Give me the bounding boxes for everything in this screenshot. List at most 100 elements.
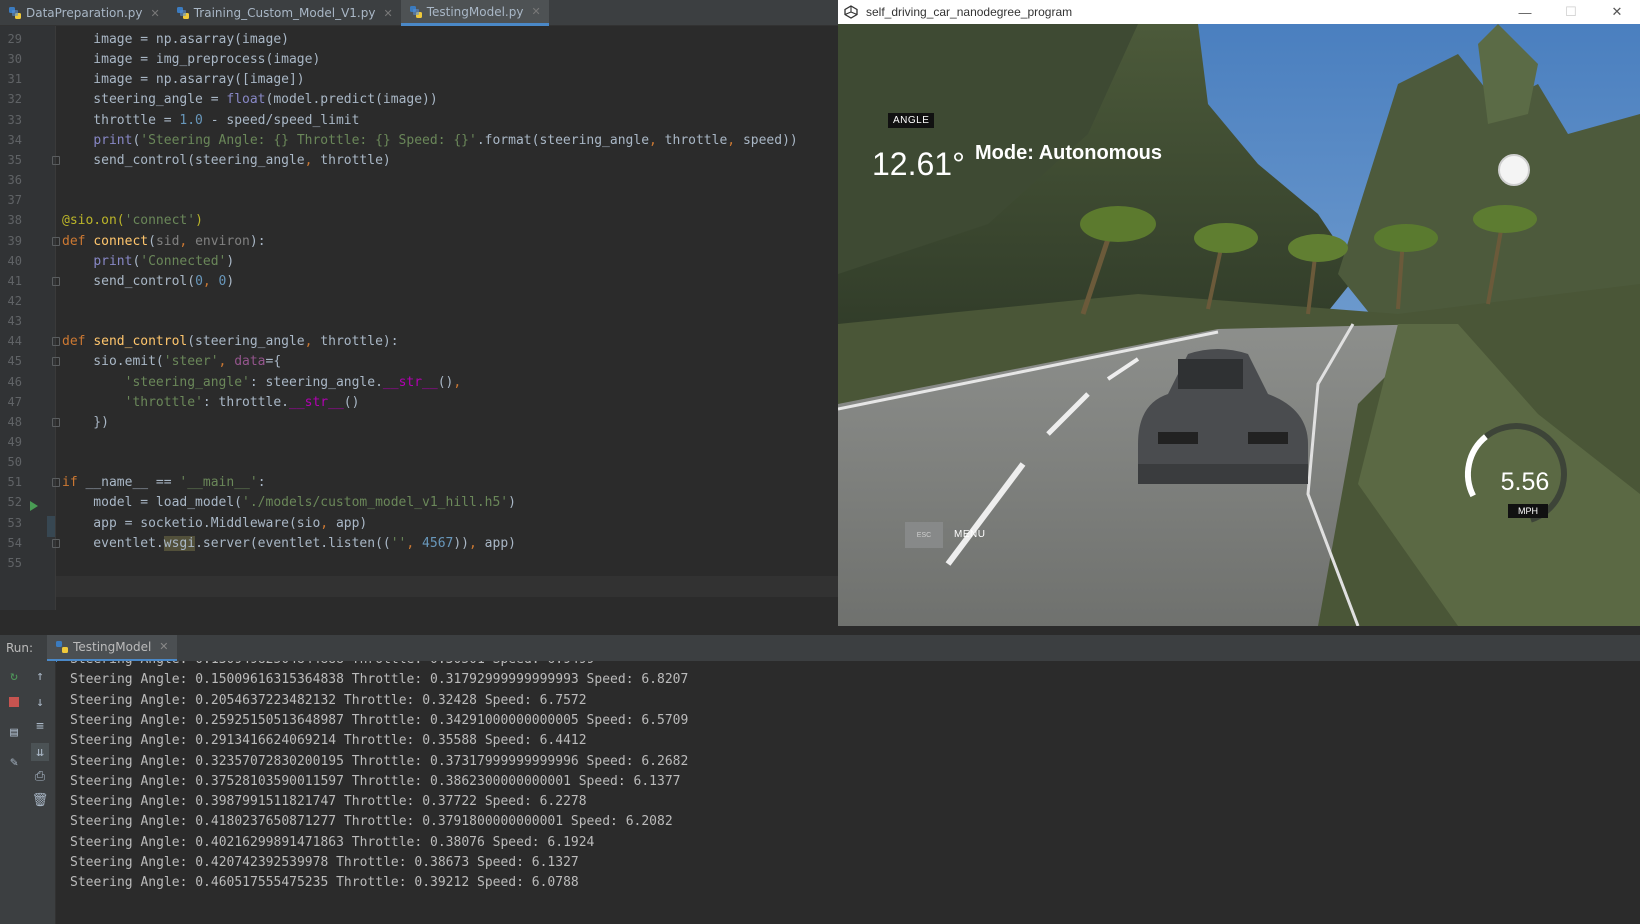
code-token: : throttle. <box>202 394 289 410</box>
print-icon[interactable]: ⎙ <box>31 767 49 785</box>
pin-icon[interactable]: ✎ <box>5 753 23 771</box>
code-token: sid <box>155 233 180 249</box>
code-line[interactable]: 'throttle': throttle.__str__() <box>62 392 360 413</box>
code-line[interactable]: def send_control(steering_angle, throttl… <box>62 331 399 352</box>
code-token: (model.predict(image)) <box>265 92 438 108</box>
code-line[interactable]: 'steering_angle': steering_angle.__str__… <box>62 372 462 393</box>
close-icon[interactable]: ✕ <box>151 7 160 20</box>
rerun-icon[interactable]: ↻ <box>5 667 23 685</box>
line-number: 36 <box>7 173 22 188</box>
code-token: print <box>93 132 133 148</box>
code-token: def <box>62 334 94 350</box>
tab-testingmodel[interactable]: TestingModel.py ✕ <box>400 0 549 26</box>
console-line: Steering Angle: 0.420742392539978 Thrott… <box>70 855 579 870</box>
code-token: , <box>453 374 462 390</box>
fold-marker-icon[interactable] <box>52 417 60 427</box>
scroll-to-end-icon[interactable]: ⇊ <box>31 743 49 761</box>
code-line[interactable]: def connect(sid, environ): <box>62 231 266 252</box>
stop-icon[interactable] <box>5 693 23 711</box>
python-file-icon <box>409 5 422 18</box>
tab-training-custom-model[interactable]: Training_Custom_Model_V1.py ✕ <box>168 0 401 26</box>
code-token: 1.0 <box>179 112 203 128</box>
run-tool-window-header: Run: TestingModel ✕ <box>0 634 1640 662</box>
code-line[interactable]: if __name__ == '__main__': <box>62 472 266 493</box>
code-token: image = np.asarray(image) <box>62 32 289 47</box>
code-token: print <box>93 253 133 269</box>
code-line[interactable]: sio.emit('steer', data={ <box>62 351 281 372</box>
menu-label[interactable]: MENU <box>954 529 985 540</box>
fold-marker-icon[interactable] <box>52 155 60 165</box>
code-editor[interactable]: 29 30 31 32 33 34 35 36 37 38 39 40 41 42 43 44 45 46 47 48… <box>0 26 838 610</box>
code-token: @sio.on( <box>62 213 125 229</box>
run-tab-testingmodel[interactable]: TestingModel ✕ <box>47 634 177 662</box>
code-token: 'connect' <box>124 213 196 229</box>
fold-marker-icon[interactable] <box>52 538 60 548</box>
minimize-button[interactable]: — <box>1502 0 1548 24</box>
angle-label: ANGLE <box>888 113 935 128</box>
fold-marker-icon[interactable] <box>52 236 60 246</box>
code-line[interactable]: print('Steering Angle: {} Throttle: {} S… <box>62 130 797 151</box>
fold-marker-icon[interactable] <box>52 478 60 488</box>
code-line[interactable]: steering_angle = float(model.predict(ima… <box>62 89 438 110</box>
code-line[interactable]: @sio.on('connect') <box>62 210 203 231</box>
console-line: Steering Angle: 0.32357072830200195 Thro… <box>70 753 689 769</box>
fold-marker-icon[interactable] <box>52 276 60 286</box>
run-console-output[interactable]: Steering Angle: 0.13094982504844888 Thro… <box>57 661 1640 924</box>
line-number: 54 <box>7 535 22 550</box>
code-token: 4567 <box>422 535 454 551</box>
console-line: Steering Angle: 0.3987991511821747 Throt… <box>70 794 587 810</box>
scroll-down-icon[interactable]: ↓ <box>31 693 49 711</box>
console-line: Steering Angle: 0.25925150513648987 Thro… <box>70 712 689 728</box>
line-number: 41 <box>7 273 22 288</box>
simulator-viewport: ANGLE 12.61° Mode: Autonomous 5.56 MPH E… <box>838 24 1640 626</box>
line-number: 43 <box>7 314 22 329</box>
code-line[interactable]: model = load_model('./models/custom_mode… <box>62 492 516 513</box>
console-line: Steering Angle: 0.2913416624069214 Throt… <box>70 733 587 749</box>
line-number: 44 <box>7 334 22 349</box>
python-file-icon <box>9 7 21 19</box>
code-line[interactable]: throttle = 1.0 - speed/speed_limit <box>62 110 359 131</box>
trash-icon[interactable]: 🗑 <box>31 791 49 809</box>
scroll-up-icon[interactable]: ↑ <box>31 667 49 685</box>
code-token: , <box>469 535 485 551</box>
run-toolbar: ↻ ↑ ↓ ≡ ▤ ⇊ ✎ ⎙ 🗑 <box>0 661 56 924</box>
code-line[interactable]: eventlet.wsgi.server(eventlet.listen((''… <box>62 533 516 554</box>
close-icon[interactable]: ✕ <box>383 7 392 20</box>
line-number: 46 <box>7 374 22 389</box>
code-token: .server(eventlet.listen(( <box>195 535 391 551</box>
close-icon[interactable]: ✕ <box>159 640 168 653</box>
esc-button[interactable]: ESC <box>905 522 943 548</box>
close-icon[interactable]: ✕ <box>531 5 540 18</box>
line-number: 34 <box>7 132 22 147</box>
mode-toggle-button[interactable] <box>1498 154 1530 186</box>
soft-wrap-icon[interactable]: ≡ <box>31 717 49 735</box>
fold-marker-icon[interactable] <box>52 337 60 347</box>
maximize-button[interactable]: ☐ <box>1548 0 1594 24</box>
code-token: if <box>62 475 86 491</box>
code-line[interactable]: send_control(0, 0) <box>62 271 234 292</box>
code-line[interactable]: app = socketio.Middleware(sio, app) <box>62 513 367 534</box>
code-line[interactable]: image = np.asarray(image) <box>62 29 289 50</box>
run-arrow-icon[interactable] <box>30 501 38 511</box>
code-token: ) <box>226 273 235 289</box>
code-token: }) <box>62 414 109 430</box>
code-token: : steering_angle. <box>249 374 383 390</box>
code-line[interactable]: }) <box>62 412 109 433</box>
close-button[interactable]: ✕ <box>1594 0 1640 24</box>
line-number: 32 <box>7 92 22 107</box>
code-line[interactable]: send_control(steering_angle, throttle) <box>62 150 390 171</box>
code-token: send_control(steering_angle <box>62 152 305 168</box>
line-number: 47 <box>7 394 22 409</box>
layout-icon[interactable]: ▤ <box>5 723 23 741</box>
fold-marker-icon[interactable] <box>52 357 60 367</box>
code-token: data <box>234 354 266 370</box>
console-line: Steering Angle: 0.40216299891471863 Thro… <box>70 834 595 850</box>
code-line[interactable]: print('Connected') <box>62 251 234 272</box>
code-token: throttle <box>664 132 728 148</box>
code-line[interactable]: image = img_preprocess(image) <box>62 49 320 70</box>
tab-datapreparation[interactable]: DataPreparation.py ✕ <box>0 0 168 26</box>
code-line[interactable]: image = np.asarray([image]) <box>62 69 304 90</box>
console-line: Steering Angle: 0.460517555475235 Thrott… <box>70 875 579 891</box>
